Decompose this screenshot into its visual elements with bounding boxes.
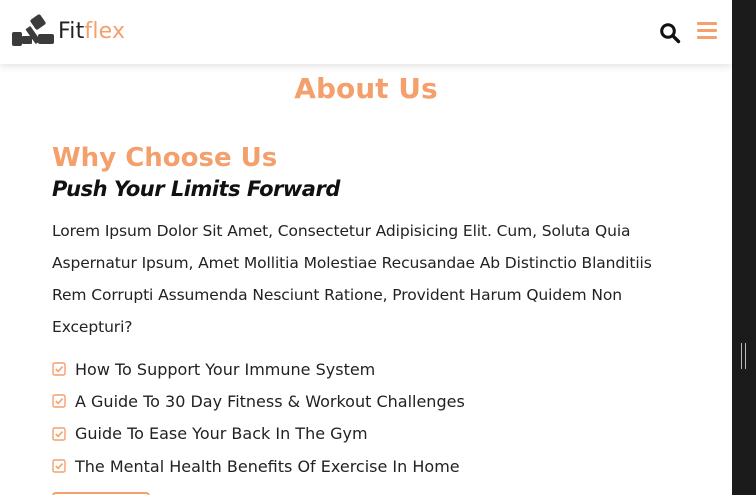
search-button[interactable]	[659, 22, 681, 44]
brand-logo[interactable]: Fitflex	[10, 14, 125, 48]
hamburger-menu-button[interactable]	[697, 22, 717, 42]
list-item: Guide To Ease Your Back In The Gym	[52, 418, 682, 450]
brand-name-fit: Fit	[58, 18, 85, 44]
list-item: The Mental Health Benefits Of Exercise I…	[52, 450, 682, 482]
site-header: Fitflex	[0, 0, 732, 64]
dumbbell-icon	[12, 14, 54, 46]
scrollbar-grip[interactable]	[741, 343, 746, 369]
page-title: About Us	[294, 72, 438, 105]
section-heading: Why Choose Us	[52, 143, 278, 173]
list-item-text: The Mental Health Benefits Of Exercise I…	[75, 456, 460, 476]
scrollbar-track[interactable]	[732, 0, 756, 495]
page-viewport: Fitflex About Us Why Choose Us Push Your…	[0, 0, 732, 495]
checkbox-check-icon	[52, 459, 66, 473]
section-paragraph: Lorem Ipsum Dolor Sit Amet, Consectetur …	[52, 222, 652, 336]
menu-bar	[697, 22, 717, 25]
benefits-list: How To Support Your Immune System A Guid…	[52, 353, 682, 482]
menu-bar	[697, 36, 717, 39]
list-item: How To Support Your Immune System	[52, 353, 682, 385]
list-item-text: A Guide To 30 Day Fitness & Workout Chal…	[75, 391, 465, 411]
list-item: A Guide To 30 Day Fitness & Workout Chal…	[52, 385, 682, 417]
search-icon	[660, 23, 681, 44]
why-choose-us-section: Why Choose Us Push Your Limits Forward L…	[52, 142, 682, 482]
menu-bar	[697, 29, 717, 32]
checkbox-check-icon	[52, 427, 66, 441]
list-item-text: Guide To Ease Your Back In The Gym	[75, 424, 368, 444]
checkbox-check-icon	[52, 362, 66, 376]
checkbox-check-icon	[52, 394, 66, 409]
list-item-text: How To Support Your Immune System	[75, 359, 376, 379]
brand-name-flex: flex	[84, 18, 126, 44]
brand-name: Fitflex	[58, 19, 125, 44]
section-subheading: Push Your Limits Forward	[52, 177, 340, 201]
